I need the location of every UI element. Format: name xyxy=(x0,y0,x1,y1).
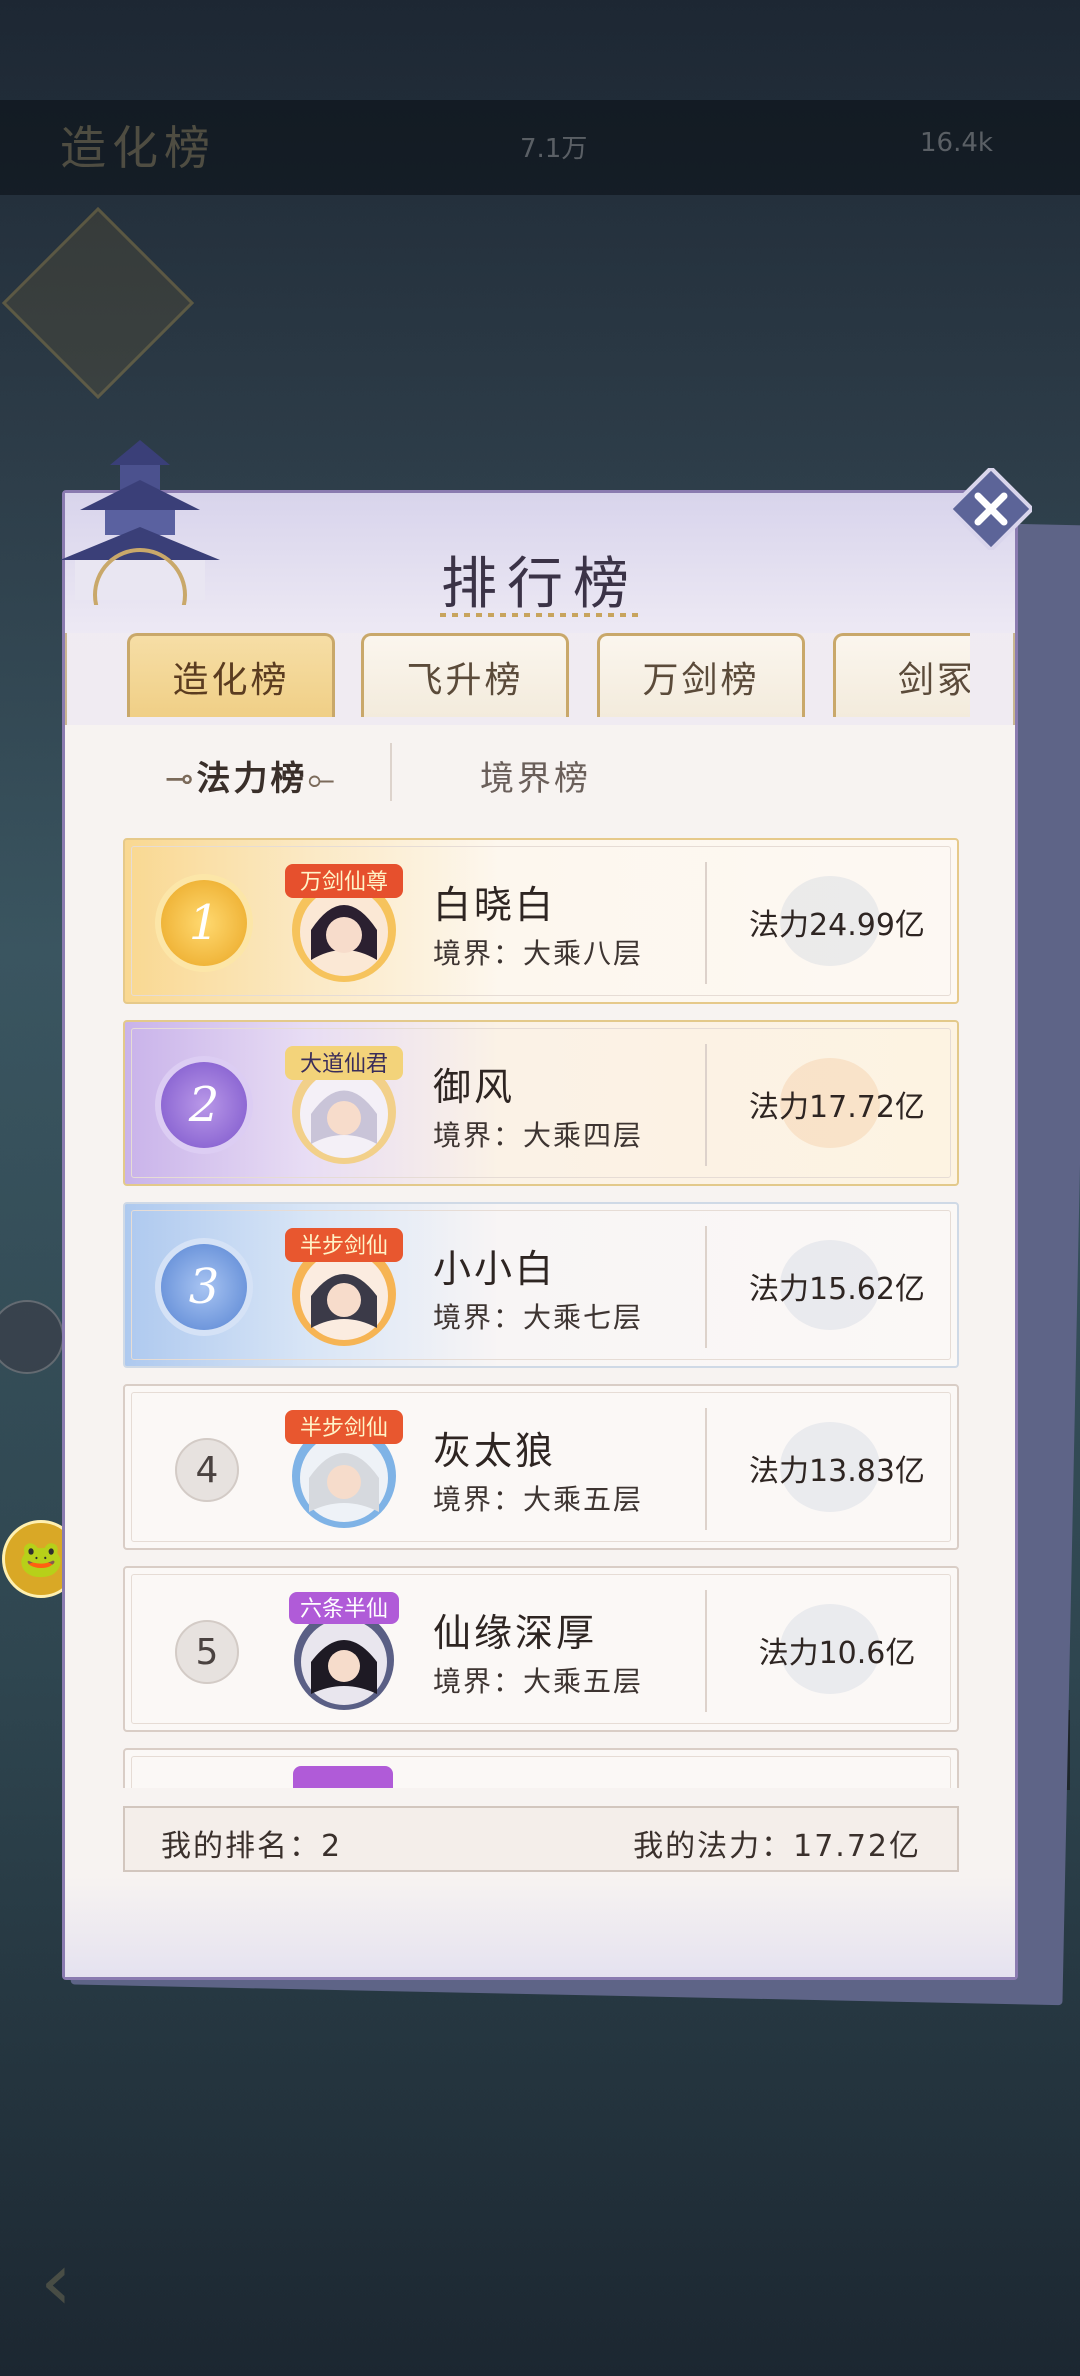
subtab-realm[interactable]: 境界榜 xyxy=(480,751,591,800)
player-name: 白晓白 xyxy=(433,883,557,927)
player-name: 灰太狼 xyxy=(433,1429,557,1473)
my-ranking-bar: 我的排名：2 我的法力：17.72亿 xyxy=(123,1806,959,1872)
avatar: 半步剑仙 xyxy=(285,1410,403,1528)
player-power: 法力15.62亿 xyxy=(749,1272,925,1307)
close-icon[interactable] xyxy=(950,468,1032,550)
player-name: 仙缘深厚 xyxy=(433,1611,598,1655)
rank-number: 5 xyxy=(175,1620,239,1684)
avatar: 大道仙君 xyxy=(285,1046,403,1164)
player-power: 法力17.72亿 xyxy=(749,1090,925,1125)
background-stat-2: 16.4k xyxy=(920,128,993,158)
row-divider xyxy=(705,862,707,984)
player-power: 法力13.83亿 xyxy=(749,1454,925,1489)
ranking-row[interactable]: 1 万剑仙尊 白晓白 境界：大乘八层 法力24.99亿 xyxy=(123,838,959,1004)
player-name: 御风 xyxy=(433,1065,516,1109)
tab-jianzhong[interactable]: 剑冢 xyxy=(833,633,970,717)
avatar: 半步剑仙 xyxy=(285,1228,403,1346)
background-stat-1: 7.1万 xyxy=(520,134,588,164)
rank-medal-purple: 2 xyxy=(161,1062,247,1148)
subtab-right-ornament: ⟜ xyxy=(307,759,338,799)
player-realm: 境界：大乘五层 xyxy=(433,1665,644,1698)
background-side-avatar xyxy=(0,1300,64,1374)
ranking-row[interactable]: 3 半步剑仙 小小白 境界：大乘七层 法力15.62亿 xyxy=(123,1202,959,1368)
row-divider xyxy=(705,1408,707,1530)
tab-zaohua[interactable]: 造化榜 xyxy=(127,633,335,717)
avatar-title-badge: 万剑仙尊 xyxy=(300,870,388,895)
my-rank: 我的排名：2 xyxy=(161,1829,343,1864)
player-realm: 境界：大乘八层 xyxy=(433,937,644,970)
ranking-row[interactable]: 5 六条半仙 仙缘深厚 境界：大乘五层 法力10.6亿 xyxy=(123,1566,959,1732)
ranking-row[interactable] xyxy=(123,1748,959,1788)
avatar: 万剑仙尊 xyxy=(285,864,403,982)
player-realm: 境界：大乘七层 xyxy=(433,1301,644,1334)
row-divider xyxy=(705,1044,707,1166)
ranking-panel: 排行榜 造化榜 飞升榜 万剑榜 剑冢 ⊸法力榜⟜ 境界榜 1 万剑仙尊 白晓白 … xyxy=(60,440,1018,1980)
tab-feisheng[interactable]: 飞升榜 xyxy=(361,633,569,717)
avatar-title-badge: 大道仙君 xyxy=(300,1052,388,1077)
title-underline xyxy=(440,613,640,617)
rank-medal-blue: 3 xyxy=(161,1244,247,1330)
subtab-left-ornament: ⊸ xyxy=(165,759,197,799)
ranking-list[interactable]: 1 万剑仙尊 白晓白 境界：大乘八层 法力24.99亿 2 大道仙君 御风 境界… xyxy=(123,838,959,1788)
avatar-title-badge: 半步剑仙 xyxy=(300,1416,388,1441)
player-realm: 境界：大乘五层 xyxy=(433,1483,644,1516)
ranking-row[interactable]: 4 半步剑仙 灰太狼 境界：大乘五层 法力13.83亿 xyxy=(123,1384,959,1550)
subtab-power[interactable]: ⊸法力榜⟜ xyxy=(165,751,338,800)
avatar-title-badge: 半步剑仙 xyxy=(300,1234,388,1259)
avatar-title-badge: 六条半仙 xyxy=(300,1597,388,1622)
ranking-row[interactable]: 2 大道仙君 御风 境界：大乘四层 法力17.72亿 xyxy=(123,1020,959,1186)
subtab-power-label: 法力榜 xyxy=(196,759,308,799)
subtab-divider xyxy=(390,743,392,801)
row-divider xyxy=(705,1590,707,1712)
tab-wanjian[interactable]: 万剑榜 xyxy=(597,633,805,717)
rank-number: 4 xyxy=(175,1438,239,1502)
avatar-badge-partial xyxy=(293,1766,393,1788)
row-frame xyxy=(131,1756,951,1788)
ranking-tabs: 造化榜 飞升榜 万剑榜 剑冢 xyxy=(127,633,970,718)
rank-medal-gold: 1 xyxy=(161,880,247,966)
row-divider xyxy=(705,1226,707,1348)
panel-title: 排行榜 xyxy=(441,552,639,617)
panel-bottom-decoration xyxy=(65,1877,1015,1977)
player-name: 小小白 xyxy=(433,1247,557,1291)
player-power: 法力10.6亿 xyxy=(758,1636,916,1671)
avatar: 六条半仙 xyxy=(289,1592,399,1710)
background-power-badge xyxy=(1,206,195,400)
background-title: 造化榜 xyxy=(60,121,216,175)
player-power: 法力24.99亿 xyxy=(749,908,925,943)
player-realm: 境界：大乘四层 xyxy=(433,1119,644,1152)
my-power: 我的法力：17.72亿 xyxy=(633,1829,921,1864)
background-back-arrow-icon: ‹ xyxy=(40,2235,72,2328)
